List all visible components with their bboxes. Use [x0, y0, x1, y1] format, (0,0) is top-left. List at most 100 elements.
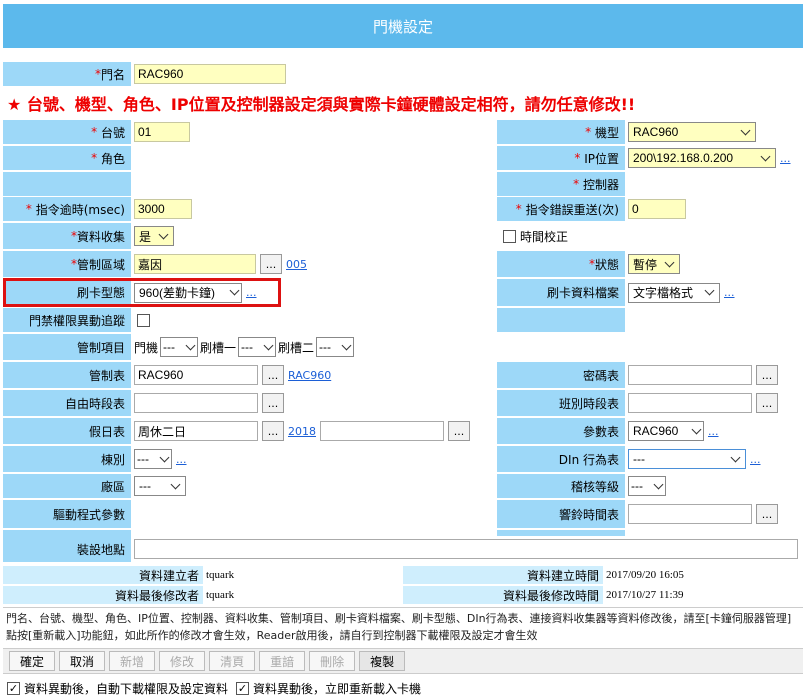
param-table-select[interactable]: RAC960: [628, 421, 704, 441]
delete-button[interactable]: 刪除: [309, 651, 356, 671]
auto-download-checkbox[interactable]: ✓: [7, 681, 20, 695]
free-period-label: 自由時段表: [3, 390, 131, 416]
cmd-timeout-input[interactable]: 3000: [134, 199, 192, 219]
auto-download-label: 資料異動後，自動下載權限及設定資料: [24, 681, 229, 696]
din-cell: --- ...: [625, 446, 803, 472]
chevron-down-icon: [341, 340, 352, 350]
modified-by-value: tquark: [203, 586, 401, 604]
control-items-label: 管制項目: [3, 334, 131, 360]
shift-period-browse-button[interactable]: ...: [756, 393, 778, 413]
building-cell: --- ...: [131, 446, 497, 472]
blank-cell-2: [625, 308, 803, 332]
model-cell: RAC960: [625, 120, 803, 144]
cmd-retry-input[interactable]: 0: [628, 199, 686, 219]
driver-params-label: 驅動程式參數: [3, 500, 131, 528]
time-sync-cell: 時間校正: [497, 223, 803, 249]
param-table-more-link[interactable]: ...: [708, 425, 719, 438]
install-location-cell: [131, 536, 803, 562]
audit-level-select[interactable]: ---: [628, 476, 666, 496]
slot2-select[interactable]: ---: [316, 337, 355, 357]
building-select[interactable]: ---: [134, 449, 172, 469]
free-period-input[interactable]: [134, 393, 258, 413]
bell-table-input[interactable]: [628, 504, 752, 524]
chevron-down-icon: [158, 229, 169, 239]
card-file-cell: 文字檔格式 ...: [625, 279, 803, 306]
copy-button[interactable]: 複製: [359, 651, 406, 671]
control-items-cell: 門機 --- 刷槽一 --- 刷槽二 ---: [131, 334, 497, 360]
password-table-label: 密碼表: [497, 362, 625, 388]
bell-table-cell: ...: [625, 500, 803, 528]
blank-cell: [131, 172, 497, 196]
holiday-browse-button[interactable]: ...: [262, 421, 284, 441]
status-select[interactable]: 暫停: [628, 254, 680, 274]
holiday-extra-browse-button[interactable]: ...: [448, 421, 470, 441]
model-label: * 機型: [497, 120, 625, 144]
station-input[interactable]: 01: [134, 122, 190, 142]
data-collect-label: * 資料收集: [3, 223, 131, 249]
clear-button[interactable]: 清頁: [209, 651, 256, 671]
cmd-retry-label: * 指令錯誤重送(次): [497, 197, 625, 221]
control-table-link[interactable]: RAC960: [288, 369, 331, 382]
control-area-input[interactable]: 嘉因: [134, 254, 256, 274]
data-collect-cell: 是: [131, 223, 497, 249]
created-time-value: 2017/09/20 16:05: [603, 566, 803, 584]
ip-more-link[interactable]: ...: [780, 152, 791, 165]
role-label: * 角色: [3, 146, 131, 170]
holiday-year-link[interactable]: 2018: [288, 425, 316, 438]
access-track-checkbox[interactable]: [137, 313, 150, 327]
param-table-label: 參數表: [497, 418, 625, 444]
page-title: 門機設定: [3, 4, 803, 48]
time-sync-checkbox[interactable]: [503, 229, 516, 243]
modified-time-value: 2017/10/27 11:39: [603, 586, 803, 604]
blank-label: [3, 172, 131, 196]
ip-select[interactable]: 200\192.168.0.200: [628, 148, 776, 168]
add-button[interactable]: 新增: [109, 651, 156, 671]
bell-table-browse-button[interactable]: ...: [756, 504, 778, 524]
confirm-button[interactable]: 確定: [9, 651, 56, 671]
holiday-input[interactable]: 周休二日: [134, 421, 258, 441]
control-area-label: * 管制區域: [3, 251, 131, 277]
factory-select[interactable]: ---: [134, 476, 186, 496]
model-select[interactable]: RAC960: [628, 122, 756, 142]
door-item-select[interactable]: ---: [160, 337, 199, 357]
highlight-box: [3, 278, 281, 307]
din-select[interactable]: ---: [628, 449, 746, 469]
station-cell: 01: [131, 120, 497, 144]
cmd-retry-cell: 0: [625, 197, 803, 221]
din-more-link[interactable]: ...: [750, 453, 761, 466]
cancel-button[interactable]: 取消: [59, 651, 106, 671]
data-collect-select[interactable]: 是: [134, 226, 174, 246]
door-name-input[interactable]: RAC960: [134, 64, 286, 84]
auto-reload-label: 資料異動後，立即重新載入卡機: [253, 681, 422, 696]
holiday-extra-input[interactable]: [320, 421, 444, 441]
slot2-label: 刷槽二: [278, 340, 315, 355]
door-name-label: * 門名: [3, 62, 131, 86]
reset-button[interactable]: 重諳: [259, 651, 306, 671]
shift-period-input[interactable]: [628, 393, 752, 413]
chevron-down-icon: [263, 340, 274, 350]
edit-button[interactable]: 修改: [159, 651, 206, 671]
control-area-browse-button[interactable]: ...: [260, 254, 282, 274]
control-table-browse-button[interactable]: ...: [262, 365, 284, 385]
control-table-cell: RAC960 ... RAC960: [131, 362, 497, 388]
control-table-input[interactable]: RAC960: [134, 365, 258, 385]
building-more-link[interactable]: ...: [176, 453, 187, 466]
control-area-code-link[interactable]: 005: [286, 258, 307, 271]
free-period-browse-button[interactable]: ...: [262, 393, 284, 413]
auto-reload-checkbox[interactable]: ✓: [236, 681, 250, 695]
shift-period-label: 班別時段表: [497, 390, 625, 416]
card-file-select[interactable]: 文字檔格式: [628, 282, 720, 303]
blank-cell-3: [497, 334, 803, 360]
password-table-cell: ...: [625, 362, 803, 388]
note-text: 門名、台號、機型、角色、IP位置、控制器、資料收集、管制項目、刷卡資料檔案、刷卡…: [3, 607, 803, 647]
card-file-more-link[interactable]: ...: [724, 286, 735, 299]
slot1-select[interactable]: ---: [238, 337, 277, 357]
ip-label: * IP位置: [497, 146, 625, 170]
status-label: * 狀態: [497, 251, 625, 277]
install-location-input[interactable]: [134, 539, 798, 559]
ip-cell: 200\192.168.0.200 ...: [625, 146, 803, 170]
controller-label: * 控制器: [497, 172, 625, 196]
password-table-browse-button[interactable]: ...: [756, 365, 778, 385]
password-table-input[interactable]: [628, 365, 752, 385]
chevron-down-icon: [760, 151, 771, 161]
